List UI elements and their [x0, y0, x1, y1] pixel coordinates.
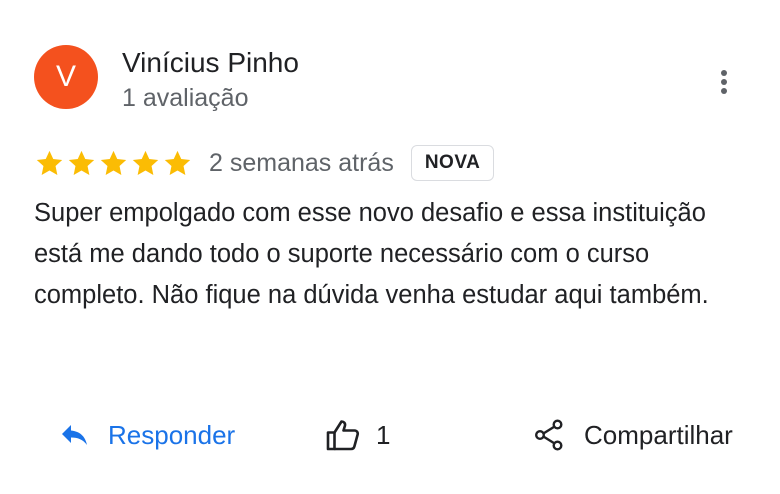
- reply-button[interactable]: Responder: [60, 412, 235, 458]
- star-icon: [132, 150, 159, 175]
- reviewer-review-count: 1 avaliação: [122, 84, 249, 112]
- review-text: Super empolgado com esse novo desafio e …: [34, 199, 709, 309]
- share-icon: [534, 419, 564, 451]
- rating-row: 2 semanas atrás NOVA: [35, 144, 495, 182]
- more-vert-icon: [721, 70, 727, 94]
- avatar-initial: V: [55, 60, 76, 93]
- review-date: 2 semanas atrás: [209, 148, 394, 177]
- thumb-up-icon: [326, 419, 360, 451]
- reply-label: Responder: [108, 419, 236, 450]
- share-button[interactable]: Compartilhar: [534, 412, 733, 458]
- reviewer-name[interactable]: Vinícius Pinho: [122, 46, 299, 80]
- more-options-button[interactable]: [706, 64, 742, 100]
- share-label: Compartilhar: [584, 419, 733, 450]
- like-button[interactable]: 1: [326, 412, 390, 458]
- star-icon: [36, 150, 63, 175]
- star-icon: [164, 150, 191, 175]
- star-icon: [68, 150, 95, 175]
- reply-icon: [60, 423, 90, 447]
- review-actions: Responder 1 Compartilhar: [0, 412, 780, 458]
- like-count: 1: [376, 419, 391, 450]
- star-icon: [100, 150, 127, 175]
- avatar[interactable]: V: [34, 45, 98, 109]
- new-badge: NOVA: [410, 145, 495, 181]
- star-rating: [35, 149, 192, 178]
